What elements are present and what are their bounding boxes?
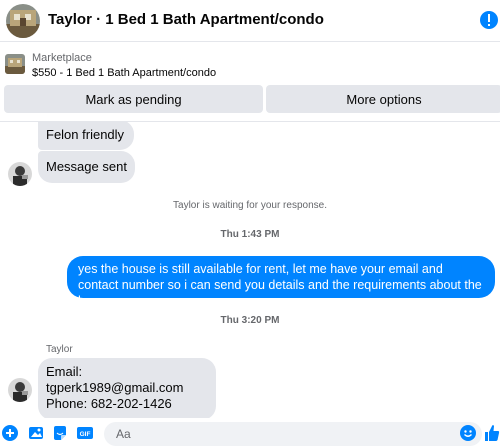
message-thread[interactable]: Felon friendly Message sent Taylor is wa… — [0, 122, 500, 418]
listing-thumbnail[interactable] — [5, 54, 25, 74]
sticker-icon[interactable] — [52, 425, 68, 441]
sender-avatar[interactable] — [8, 162, 32, 186]
listing-title[interactable]: $550 - 1 Bed 1 Bath Apartment/condo — [32, 67, 216, 79]
email-line: Email: tgperk1989@gmail.com — [46, 364, 184, 395]
message-input[interactable]: Aa — [104, 422, 482, 446]
timestamp: Thu 3:20 PM — [220, 315, 280, 326]
more-options-button[interactable]: More options — [266, 85, 500, 113]
message-composer: GIF Aa — [0, 418, 500, 448]
incoming-message: Message sent — [38, 151, 135, 183]
plus-circle-icon[interactable] — [2, 425, 18, 441]
timestamp: Thu 1:43 PM — [220, 229, 280, 240]
emoji-icon[interactable] — [460, 425, 476, 441]
thumbs-up-icon[interactable] — [484, 423, 500, 443]
conversation-title[interactable]: Taylor · 1 Bed 1 Bath Apartment/condo — [48, 11, 324, 28]
sender-name: Taylor — [46, 344, 73, 355]
message-input-placeholder: Aa — [116, 427, 131, 441]
svg-text:GIF: GIF — [80, 431, 91, 438]
info-icon[interactable] — [478, 8, 500, 32]
waiting-status: Taylor is waiting for your response. — [173, 200, 327, 211]
mark-as-pending-button[interactable]: Mark as pending — [4, 85, 263, 113]
gif-icon[interactable]: GIF — [77, 425, 93, 441]
conversation-header: Taylor · 1 Bed 1 Bath Apartment/condo — [0, 0, 500, 42]
sender-avatar[interactable] — [8, 378, 32, 402]
header-avatar[interactable] — [6, 4, 40, 38]
phone-line: Phone: 682-202-1426 — [46, 396, 172, 411]
marketplace-label: Marketplace — [32, 52, 92, 64]
incoming-message: Felon friendly — [38, 122, 135, 150]
image-icon[interactable] — [28, 425, 44, 441]
outgoing-message: yes the house is still available for ren… — [67, 256, 495, 308]
incoming-message: Email: tgperk1989@gmail.com Phone: 682-2… — [38, 358, 216, 418]
marketplace-card: Marketplace $550 - 1 Bed 1 Bath Apartmen… — [0, 42, 500, 122]
